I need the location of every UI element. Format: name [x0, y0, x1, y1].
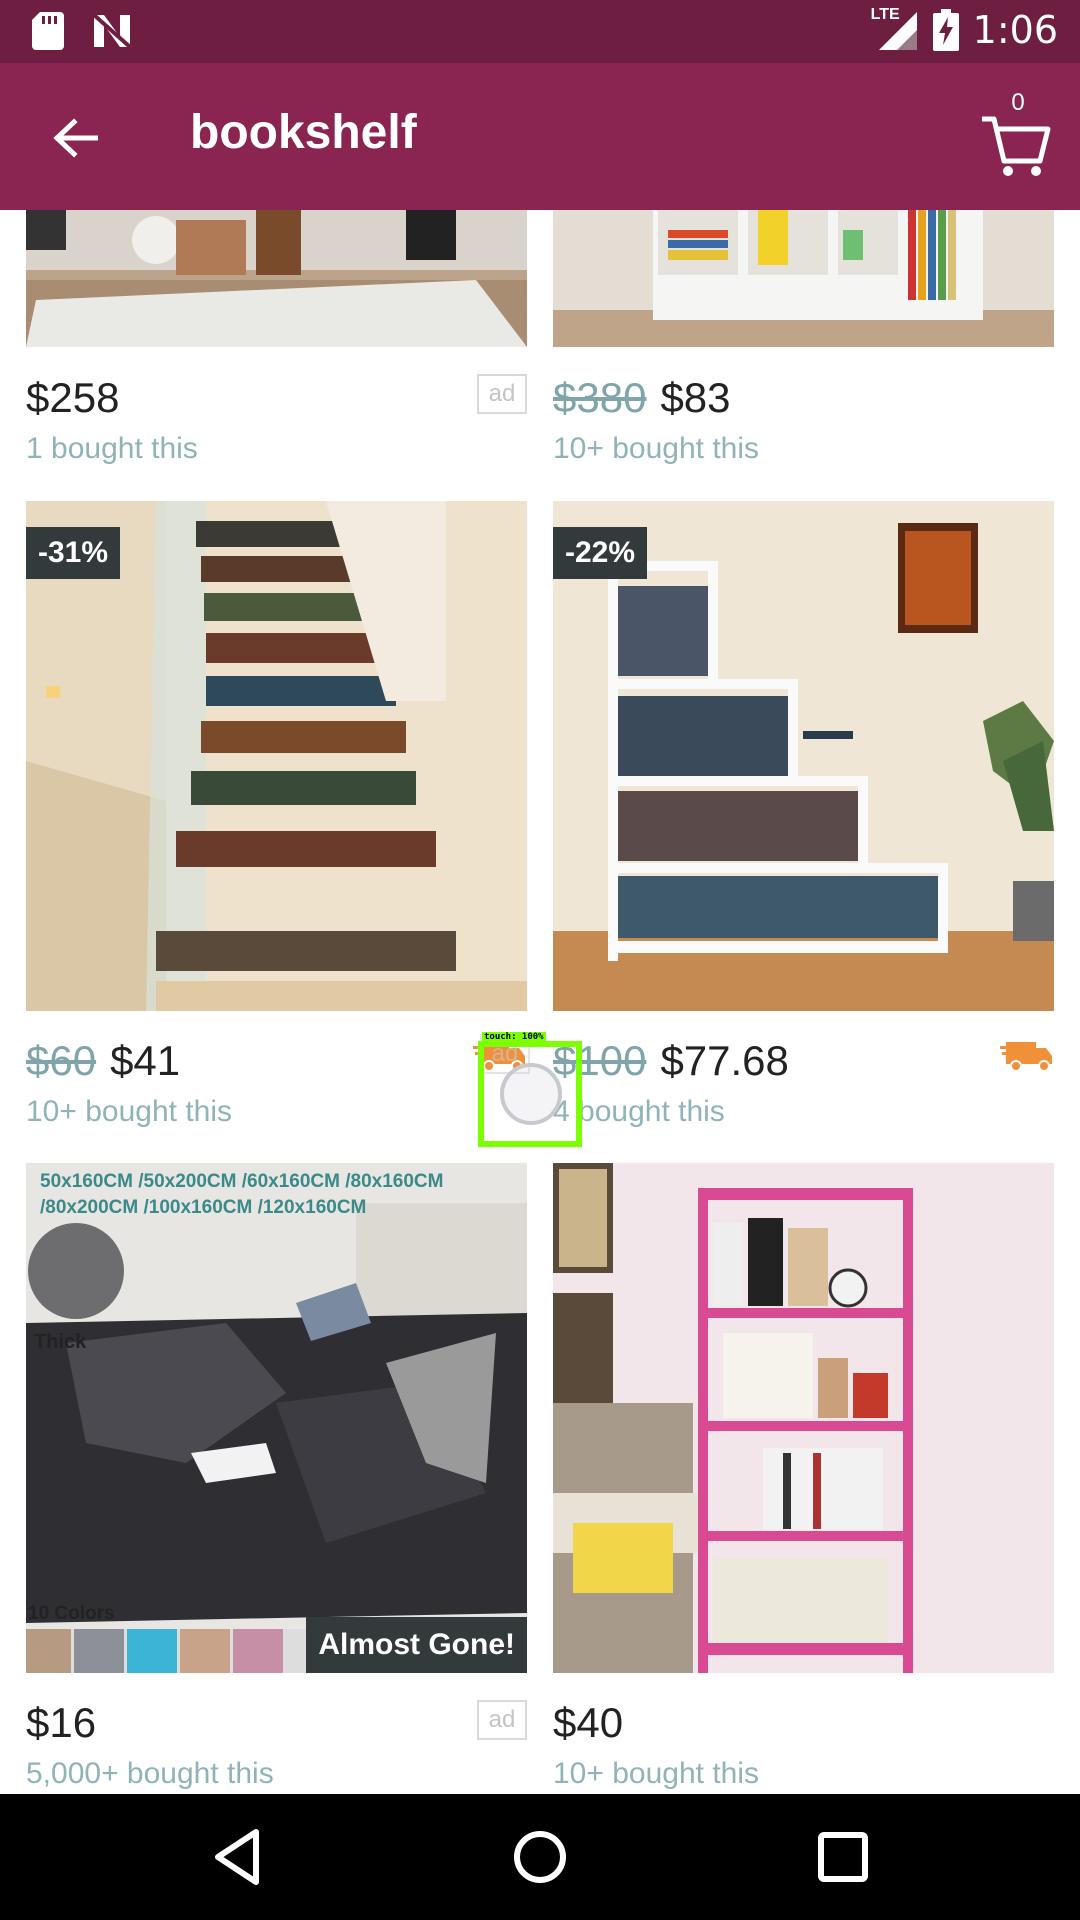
- rug-colors-label: 10 Colors: [28, 1603, 115, 1624]
- price-row: $60 $41: [26, 1031, 527, 1091]
- discount-badge: -22%: [553, 527, 648, 579]
- clock: 1:06: [972, 8, 1058, 52]
- page-title: bookshelf: [190, 106, 417, 159]
- rug-size-caption: 50x160CM /50x200CM /60x160CM /80x160CM /…: [40, 1171, 444, 1218]
- original-price: $60: [26, 1037, 97, 1084]
- price-row: $40: [553, 1693, 1054, 1753]
- system-nav-bar: [0, 1794, 1080, 1920]
- price-row: $258: [26, 368, 527, 428]
- cart-count-badge: 0: [1011, 89, 1025, 116]
- product-image: 50x160CM /50x200CM /60x160CM /80x160CM /…: [26, 1163, 527, 1673]
- product-image: -22%: [553, 501, 1054, 1011]
- product-card[interactable]: $380 $83 10+ bought this: [553, 210, 1054, 480]
- stock-badge: Almost Gone!: [306, 1617, 527, 1673]
- app-bar: bookshelf 0: [0, 63, 1080, 210]
- bought-count: 10+ bought this: [553, 432, 760, 465]
- bought-count: 10+ bought this: [26, 1095, 233, 1128]
- nav-back-icon[interactable]: [204, 1824, 270, 1890]
- sd-card-icon: [32, 12, 64, 50]
- product-card[interactable]: -31% $60 $41 10+ bought this: [26, 501, 527, 1141]
- price: $40: [553, 1699, 624, 1746]
- product-image: [553, 1163, 1054, 1673]
- touch-indicator-circle: [500, 1063, 562, 1125]
- bought-count: 5,000+ bought this: [26, 1757, 274, 1790]
- product-card[interactable]: $40 10+ bought this: [553, 1163, 1054, 1794]
- price: $258: [26, 374, 120, 421]
- product-card[interactable]: ad $258 1 bought this: [26, 210, 527, 480]
- price: $41: [110, 1037, 181, 1084]
- product-image: [26, 210, 527, 347]
- nav-home-icon[interactable]: [507, 1824, 573, 1890]
- product-card[interactable]: 50x160CM /50x200CM /60x160CM /80x160CM /…: [26, 1163, 527, 1794]
- bought-count: 1 bought this: [26, 432, 198, 465]
- back-button[interactable]: [40, 103, 110, 173]
- rug-thick-label: Thick: [34, 1331, 87, 1353]
- discount-badge: -31%: [26, 527, 121, 579]
- price-row: $100 $77.68: [553, 1031, 1054, 1091]
- nav-recents-icon[interactable]: [810, 1824, 876, 1890]
- price: $83: [660, 374, 731, 421]
- status-bar: LTE 1:06: [0, 0, 1080, 63]
- arrow-back-icon: [53, 118, 98, 158]
- product-image: [553, 210, 1054, 347]
- product-card[interactable]: -22% $100 $77.68 4 bought this: [553, 501, 1054, 1141]
- touch-indicator-label: touch: 100%: [482, 1032, 546, 1042]
- price: $16: [26, 1699, 97, 1746]
- original-price: $380: [553, 374, 647, 421]
- product-image: -31%: [26, 501, 527, 1011]
- signal-icon: LTE: [871, 6, 919, 52]
- price-row: $380 $83: [553, 368, 1054, 428]
- n-notification-icon: [92, 13, 132, 49]
- price-row: $16: [26, 1693, 527, 1753]
- battery-charging-icon: [932, 9, 959, 51]
- product-grid: ad $258 1 bought this $380 $83 10+ bough…: [0, 210, 1080, 1794]
- cart-button[interactable]: 0: [968, 89, 1058, 181]
- price: $77.68: [660, 1037, 789, 1084]
- bought-count: 10+ bought this: [553, 1757, 760, 1790]
